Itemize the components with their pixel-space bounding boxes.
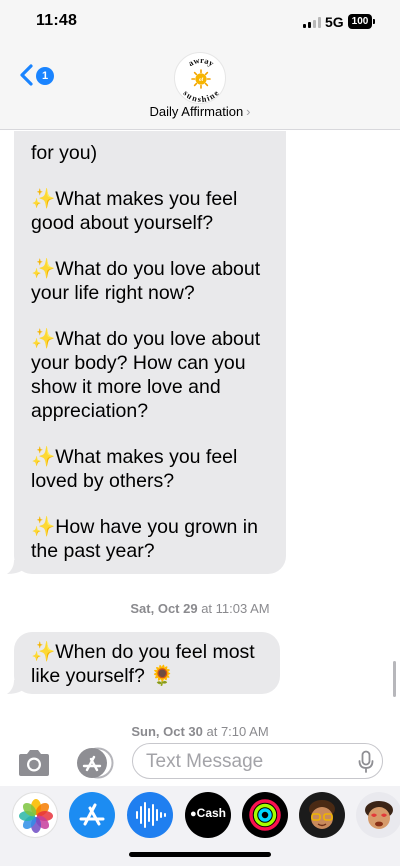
timestamp: Sat, Oct 29 at 11:03 AM	[130, 601, 270, 616]
animoji-stickers-icon[interactable]	[356, 792, 400, 838]
message-line: ✨How have you grown in	[31, 516, 258, 538]
message-input-bar	[0, 740, 400, 786]
photos-app-icon[interactable]	[12, 792, 58, 838]
avatar-text-middle: of	[199, 77, 204, 82]
message-thread[interactable]: for you) ✨What makes you feel good about…	[0, 131, 400, 740]
app-store-apps-icon[interactable]	[70, 746, 114, 780]
chevron-left-icon	[20, 64, 33, 86]
battery-tip	[373, 19, 375, 24]
sparkles-icon: ✨	[31, 328, 56, 350]
signal-strength-icon	[303, 17, 321, 28]
sparkles-icon: ✨	[31, 188, 56, 210]
status-bar: 11:48 5G 100	[0, 0, 400, 46]
sparkles-icon: ✨	[31, 641, 56, 663]
app-store-a-icon	[79, 803, 105, 826]
network-type: 5G	[325, 14, 344, 30]
activity-app-icon[interactable]	[242, 792, 288, 838]
message-line: show it more love and	[31, 376, 221, 398]
bubble-tail	[7, 560, 23, 574]
message-line: appreciation?	[31, 400, 149, 422]
sunshine-logo-icon: awray sunshine of	[181, 55, 221, 104]
svg-text:sunshine: sunshine	[181, 88, 221, 104]
received-message-bubble[interactable]: for you) ✨What makes you feel good about…	[14, 131, 286, 574]
memoji-stickers-icon[interactable]	[299, 792, 345, 838]
svg-text:awray: awray	[186, 55, 216, 69]
message-line: ✨What makes you feel	[31, 446, 238, 468]
message-line: ✨What do you love about	[31, 328, 261, 350]
sparkles-icon: ✨	[31, 516, 56, 538]
animoji-face-icon	[365, 801, 393, 829]
message-line: ✨What do you love about	[31, 258, 261, 280]
message-line: the past year?	[31, 540, 155, 562]
chevron-right-icon: ›	[246, 104, 251, 119]
sparkles-icon: ✨	[31, 446, 56, 468]
sparkles-icon: ✨	[31, 258, 56, 280]
cash-label: Cash	[196, 806, 226, 820]
apple-logo-icon: ●	[190, 808, 197, 820]
conversation-header: 1 awray sunshine of Daily Affirmation ›	[0, 46, 400, 130]
camera-icon[interactable]	[16, 748, 52, 778]
photos-flower-icon	[19, 799, 53, 833]
avatar-text-top: awray	[186, 55, 216, 69]
contact-name-button[interactable]: Daily Affirmation ›	[0, 104, 400, 119]
contact-name: Daily Affirmation	[149, 104, 244, 119]
message-text-field[interactable]	[132, 743, 383, 779]
message-line: good about yourself?	[31, 212, 214, 234]
back-button[interactable]: 1	[14, 62, 62, 90]
received-message-bubble[interactable]: ✨When do you feel most like yourself? 🌻	[14, 632, 280, 694]
app-store-icon[interactable]	[69, 792, 115, 838]
message-line: like yourself? 🌻	[31, 665, 175, 687]
activity-rings-icon	[249, 799, 281, 831]
unread-badge: 1	[36, 67, 54, 85]
message-line: ✨What makes you feel	[31, 188, 238, 210]
imessage-app-drawer: ●Cash	[0, 786, 400, 866]
message-line: your body? How can you	[31, 352, 246, 374]
contact-avatar[interactable]: awray sunshine of	[174, 52, 226, 104]
message-input[interactable]	[146, 750, 346, 774]
message-line: ✨When do you feel most	[31, 641, 255, 663]
microphone-icon[interactable]	[357, 750, 375, 774]
scroll-indicator[interactable]	[393, 661, 396, 697]
status-time: 11:48	[36, 12, 78, 29]
message-line: loved by others?	[31, 470, 175, 492]
bubble-tail	[7, 680, 23, 694]
memoji-face-icon	[309, 800, 335, 829]
waveform-icon	[136, 802, 166, 828]
message-line-clipped	[31, 131, 270, 141]
message-line: for you)	[31, 142, 98, 164]
apple-cash-icon[interactable]: ●Cash	[185, 792, 231, 838]
timestamp: Sun, Oct 30 at 7:10 AM	[131, 724, 269, 739]
message-line: your life right now?	[31, 282, 195, 304]
home-indicator[interactable]	[129, 852, 271, 857]
battery-icon: 100	[348, 14, 372, 29]
avatar-text-bottom: sunshine	[181, 88, 221, 103]
audio-message-icon[interactable]	[127, 792, 173, 838]
